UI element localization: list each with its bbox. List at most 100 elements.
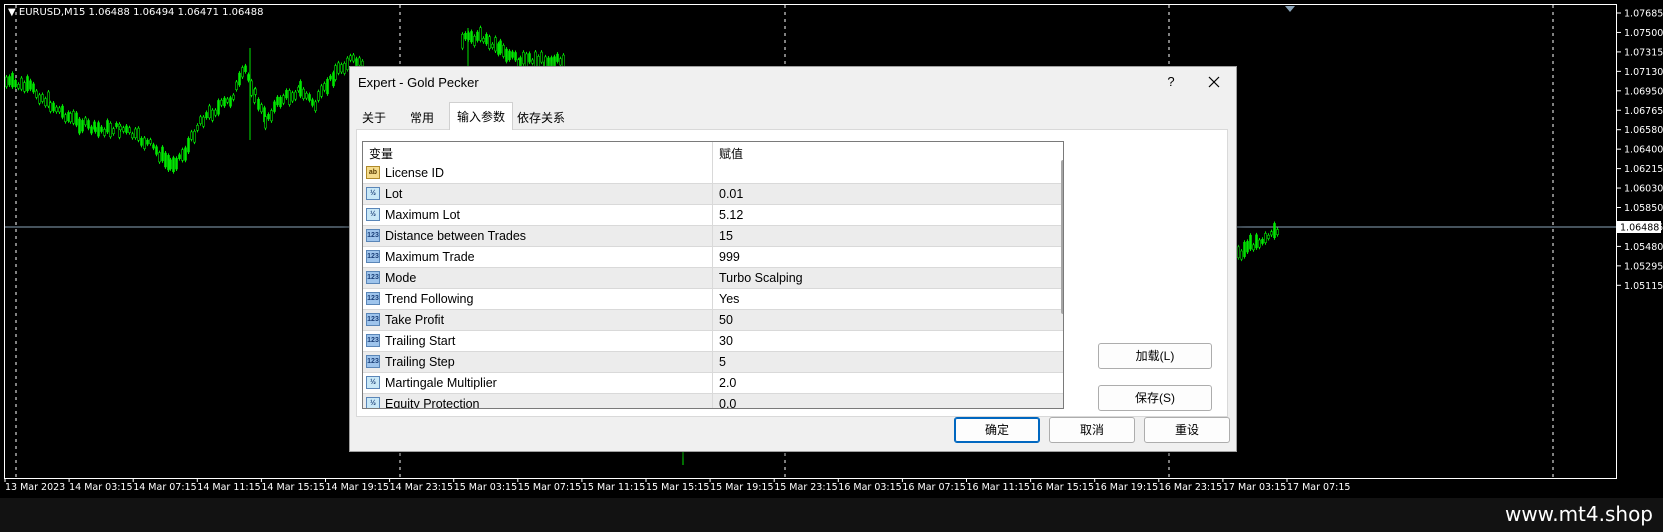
value-cell[interactable] (715, 163, 1063, 183)
candle-body (479, 27, 482, 41)
table-row[interactable]: 123 Take Profit 50 (363, 310, 1063, 331)
inputs-table[interactable]: 变量 赋值 ab License ID ½ Lot 0.01 ½ Maximum Lot 5.… (362, 141, 1064, 409)
candle-body (508, 50, 511, 61)
dialog-title: Expert - Gold Pecker (358, 75, 479, 90)
value-cell[interactable]: 50 (715, 310, 1063, 330)
candle-body (155, 146, 158, 155)
candle-body (314, 101, 317, 112)
candle-body (67, 112, 70, 121)
time-label: 14 Mar 07:15 (133, 482, 196, 493)
table-header: 变量 赋值 (363, 142, 1063, 163)
price-label: 1.07315 (1624, 47, 1663, 58)
candle-body (161, 146, 164, 162)
tab-inputs[interactable]: 输入参数 (449, 102, 513, 130)
candle-body (184, 147, 187, 161)
candle-body (211, 109, 214, 121)
candle-body (476, 31, 479, 41)
candle-body (187, 138, 190, 153)
candle-body (559, 58, 562, 66)
candle-body (352, 54, 355, 62)
time-label: 15 Mar 11:15 (582, 482, 645, 493)
candle-body (44, 98, 47, 107)
candle-body (358, 57, 361, 66)
candle-body (511, 51, 514, 58)
value-cell[interactable]: 0.0 (715, 394, 1063, 408)
tab-common[interactable]: 常用 (400, 105, 444, 129)
candle-body (485, 34, 488, 45)
time-label: 15 Mar 15:15 (646, 482, 709, 493)
candle-body (178, 154, 181, 159)
value-cell[interactable]: 15 (715, 226, 1063, 246)
tab-dependencies[interactable]: 依存关系 (511, 105, 571, 129)
reset-button[interactable]: 重设 (1144, 417, 1230, 443)
double-type-icon: ½ (366, 208, 380, 221)
candle-body (149, 139, 152, 144)
candle-body (128, 127, 131, 133)
candle-body (64, 114, 67, 122)
candle-body (250, 80, 253, 96)
candle-body (337, 62, 340, 74)
save-button[interactable]: 保存(S) (1098, 385, 1212, 411)
price-label: 1.06580 (1624, 125, 1663, 136)
value-cell[interactable]: 0.01 (715, 184, 1063, 204)
column-header-variable[interactable]: 变量 (363, 142, 713, 163)
table-row[interactable]: 123 Distance between Trades 15 (363, 226, 1063, 247)
integer-type-icon: 123 (366, 334, 380, 347)
candle-body (257, 98, 260, 110)
candle-body (326, 78, 329, 95)
candle-body (8, 76, 11, 86)
candle-body (52, 102, 55, 112)
value-cell[interactable]: 2.0 (715, 373, 1063, 393)
candle-body (528, 53, 531, 63)
close-button[interactable] (1200, 70, 1228, 94)
load-button[interactable]: 加载(L) (1098, 343, 1212, 369)
candle-body (81, 120, 84, 132)
candle-body (58, 107, 61, 113)
candle-body (1276, 229, 1279, 235)
value-cell[interactable]: Turbo Scalping (715, 268, 1063, 288)
time-label: 16 Mar 23:15 (1159, 482, 1222, 493)
candle-body (226, 98, 229, 103)
time-label: 16 Mar 03:15 (838, 482, 901, 493)
table-row[interactable]: ½ Martingale Multiplier 2.0 (363, 373, 1063, 394)
tab-about[interactable]: 关于 (356, 105, 392, 129)
time-label: 15 Mar 23:15 (774, 482, 837, 493)
table-row[interactable]: ½ Maximum Lot 5.12 (363, 205, 1063, 226)
candle-body (208, 105, 211, 119)
candle-body (482, 38, 485, 43)
chart-menu-icon[interactable]: ▼ (8, 7, 19, 18)
candle-body (464, 32, 467, 40)
candle-body (17, 84, 20, 89)
table-row[interactable]: 123 Mode Turbo Scalping (363, 268, 1063, 289)
ok-button[interactable]: 确定 (954, 417, 1040, 443)
candle-body (241, 67, 244, 78)
table-row[interactable]: 123 Trailing Start 30 (363, 331, 1063, 352)
table-row[interactable]: 123 Maximum Trade 999 (363, 247, 1063, 268)
candle-body (1252, 244, 1255, 251)
table-row[interactable]: 123 Trailing Step 5 (363, 352, 1063, 373)
table-row[interactable]: ½ Lot 0.01 (363, 184, 1063, 205)
candle-body (1264, 233, 1267, 243)
value-cell[interactable]: 999 (715, 247, 1063, 267)
candle-body (125, 125, 128, 133)
table-row[interactable]: ½ Equity Protection 0.0 (363, 394, 1063, 408)
column-header-value[interactable]: 赋值 (713, 142, 1063, 163)
candle-body (146, 139, 149, 145)
price-label: 1.06030 (1624, 184, 1663, 195)
cancel-button[interactable]: 取消 (1049, 417, 1135, 443)
value-cell[interactable]: 5 (715, 352, 1063, 372)
candle-body (343, 63, 346, 74)
candle-body (167, 155, 170, 171)
value-cell[interactable]: 5.12 (715, 205, 1063, 225)
value-cell[interactable]: Yes (715, 289, 1063, 309)
value-cell[interactable]: 30 (715, 331, 1063, 351)
table-row[interactable]: 123 Trend Following Yes (363, 289, 1063, 310)
help-button[interactable]: ? (1158, 71, 1184, 93)
variable-name: Maximum Lot (385, 208, 461, 222)
table-row[interactable]: ab License ID (363, 163, 1063, 184)
candle-body (143, 137, 146, 149)
candle-body (152, 144, 155, 149)
candle-body (461, 33, 464, 49)
price-label: 1.07130 (1624, 67, 1663, 78)
table-scrollbar[interactable] (1061, 160, 1063, 314)
